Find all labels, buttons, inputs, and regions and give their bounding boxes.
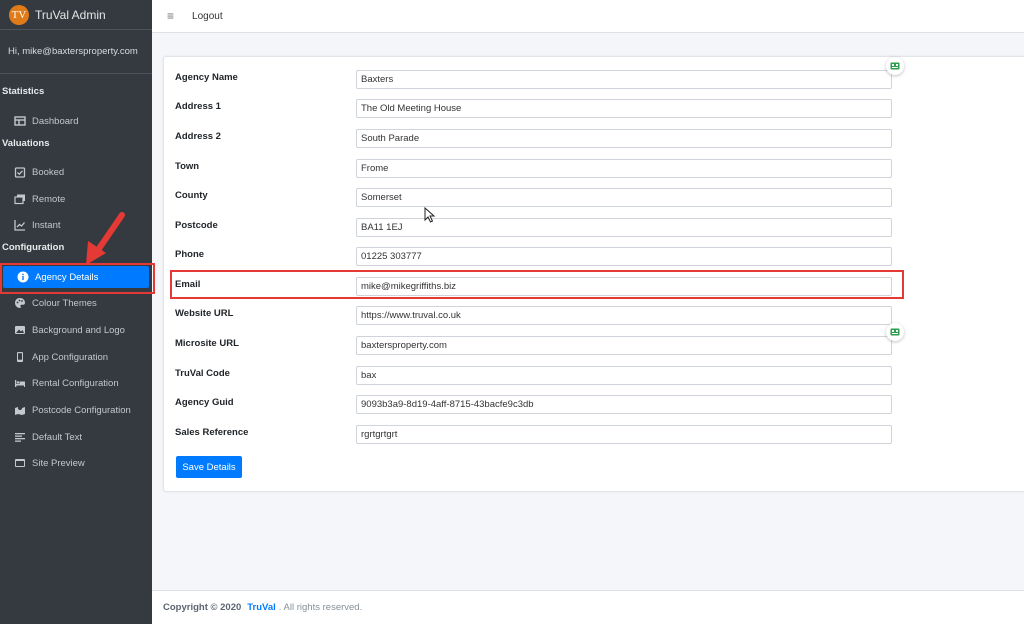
sidebar-item-colour-themes[interactable]: Colour Themes [0, 292, 152, 314]
sidebar-item-remote[interactable]: Remote [0, 188, 152, 210]
field-label: Website URL [175, 308, 234, 319]
grammarly-icon[interactable] [886, 323, 904, 341]
sidebar-item-label: Rental Configuration [32, 377, 119, 389]
postcode-input[interactable]: BA11 1EJ [356, 218, 892, 237]
sidebar-item-label: Remote [32, 193, 66, 205]
copyright-text: Copyright © 2020 [163, 602, 242, 613]
form-row-county: County Somerset [164, 188, 924, 208]
bed-icon [15, 380, 25, 387]
truval-link[interactable]: TruVal [247, 602, 276, 613]
form-row-address-2: Address 2 South Parade [164, 129, 924, 149]
nav-header-configuration: Configuration [2, 242, 65, 253]
sidebar: TV TruVal Admin Hi, mike@baxtersproperty… [0, 0, 152, 624]
county-input[interactable]: Somerset [356, 188, 892, 207]
user-greeting: Hi, mike@baxtersproperty.com [8, 46, 138, 57]
sidebar-item-label: Site Preview [32, 457, 85, 469]
save-details-button[interactable]: Save Details [176, 456, 242, 478]
menu-toggle-icon[interactable]: ≡ [167, 9, 174, 23]
sidebar-item-postcode-configuration[interactable]: Postcode Configuration [0, 399, 152, 421]
field-label: Phone [175, 249, 205, 260]
field-label: Agency Guid [175, 397, 234, 408]
map-marked-icon [15, 406, 25, 415]
align-left-icon [15, 433, 25, 442]
field-label: Postcode [175, 220, 218, 231]
mouse-cursor-icon [424, 207, 436, 223]
sidebar-item-label: Background and Logo [32, 324, 125, 336]
window-icon [15, 459, 25, 467]
calendar-check-icon [14, 167, 26, 178]
sidebar-item-label: Booked [32, 166, 65, 178]
sidebar-item-booked[interactable]: Booked [0, 161, 152, 183]
phone-input[interactable]: 01225 303777 [356, 247, 892, 266]
sales-reference-input[interactable]: rgrtgrtgrt [356, 425, 892, 444]
brand-title: TruVal Admin [35, 7, 106, 22]
images-icon [14, 194, 25, 205]
form-row-truval-code: TruVal Code bax [164, 366, 924, 386]
sidebar-item-label: Instant [32, 219, 61, 231]
form-row-website-url: Website URL https://www.truval.co.uk [164, 306, 924, 326]
field-label: Microsite URL [175, 338, 239, 349]
form-row-sales-reference: Sales Reference rgrtgrtgrt [164, 425, 924, 445]
form-row-agency-name: Agency Name Baxters [164, 70, 924, 90]
user-panel[interactable]: Hi, mike@baxtersproperty.com [0, 30, 152, 74]
form-row-phone: Phone 01225 303777 [164, 247, 924, 267]
field-label: Agency Name [175, 72, 238, 83]
image-icon [15, 326, 25, 334]
rights-text: . All rights reserved. [278, 602, 363, 613]
page-footer: Copyright © 2020 TruVal . All rights res… [152, 590, 1024, 624]
form-row-agency-guid: Agency Guid 9093b3a9-8d19-4aff-8715-43ba… [164, 395, 924, 415]
field-label: County [175, 190, 208, 201]
email-highlight [170, 270, 904, 299]
grammarly-icon[interactable] [886, 57, 904, 75]
form-row-town: Town Frome [164, 159, 924, 179]
chart-line-icon [14, 220, 25, 231]
field-label: TruVal Code [175, 368, 230, 379]
mobile-icon [17, 352, 23, 362]
sidebar-item-app-configuration[interactable]: App Configuration [0, 346, 152, 368]
address-2-input[interactable]: South Parade [356, 129, 892, 148]
sidebar-item-label: App Configuration [32, 351, 109, 363]
palette-icon [15, 298, 25, 308]
sidebar-item-label: Default Text [32, 431, 82, 443]
town-input[interactable]: Frome [356, 159, 892, 178]
brand-link[interactable]: TV TruVal Admin [0, 0, 152, 30]
sidebar-item-site-preview[interactable]: Site Preview [0, 452, 152, 474]
brand-logo: TV [9, 4, 29, 25]
sidebar-item-label: Postcode Configuration [32, 404, 131, 416]
sidebar-item-dashboard[interactable]: Dashboard [0, 110, 152, 132]
form-row-microsite-url: Microsite URL baxtersproperty.com [164, 336, 924, 356]
truval-code-input[interactable]: bax [356, 366, 892, 385]
agency-details-card: Agency Name Baxters Address 1 The Old Me… [163, 56, 1024, 492]
agency-details-highlight [0, 263, 155, 294]
sidebar-item-label: Colour Themes [32, 297, 97, 309]
form-row-address-1: Address 1 The Old Meeting House [164, 99, 924, 119]
logout-link[interactable]: Logout [192, 11, 223, 22]
sidebar-item-label: Dashboard [32, 115, 79, 127]
field-label: Address 2 [175, 131, 221, 142]
field-label: Sales Reference [175, 427, 249, 438]
form-row-postcode: Postcode BA11 1EJ [164, 218, 924, 238]
dashboard-icon [14, 116, 26, 126]
sidebar-item-background-logo[interactable]: Background and Logo [0, 319, 152, 341]
address-1-input[interactable]: The Old Meeting House [356, 99, 892, 118]
pointer-arrow-icon [86, 212, 125, 265]
sidebar-item-default-text[interactable]: Default Text [0, 426, 152, 448]
sidebar-item-rental-configuration[interactable]: Rental Configuration [0, 372, 152, 394]
field-label: Address 1 [175, 101, 221, 112]
top-navbar: ≡ Logout [152, 0, 1024, 33]
website-url-input[interactable]: https://www.truval.co.uk [356, 306, 892, 325]
nav-header-statistics: Statistics [2, 86, 45, 97]
agency-guid-input[interactable]: 9093b3a9-8d19-4aff-8715-43bacfe9c3db [356, 395, 892, 414]
nav-header-valuations: Valuations [2, 138, 50, 149]
field-label: Town [175, 161, 200, 172]
microsite-url-input[interactable]: baxtersproperty.com [356, 336, 892, 355]
agency-name-input[interactable]: Baxters [356, 70, 892, 89]
